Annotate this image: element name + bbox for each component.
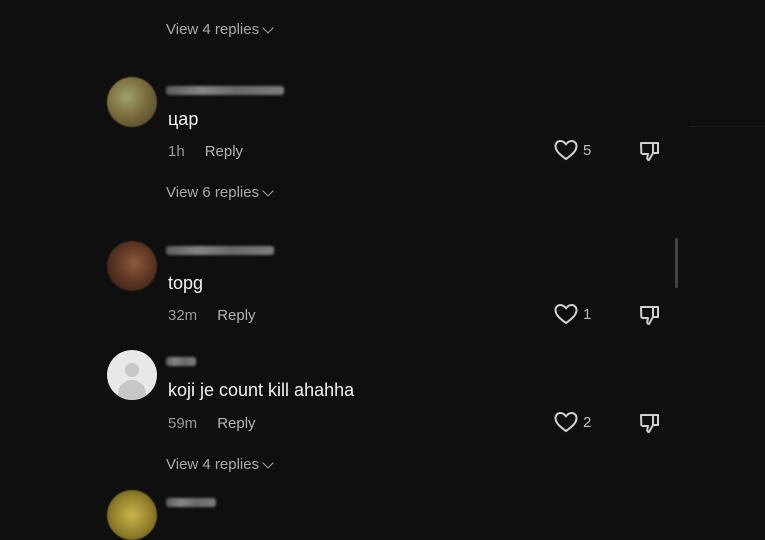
- default-avatar-body: [118, 380, 146, 400]
- comment-time: 32m: [168, 307, 198, 324]
- username-blurred[interactable]: [166, 246, 274, 255]
- default-avatar-head: [125, 363, 139, 377]
- thumbs-down-outline-icon[interactable]: [638, 303, 662, 327]
- like-button[interactable]: 1: [553, 302, 591, 326]
- view-replies-button[interactable]: View 4 replies: [166, 21, 274, 38]
- like-count: 2: [583, 413, 592, 431]
- reply-button[interactable]: Reply: [217, 307, 255, 324]
- heart-outline-icon: [554, 139, 578, 161]
- username-blurred[interactable]: [166, 86, 284, 95]
- like-count: 1: [583, 305, 592, 323]
- thumbs-down-outline-icon[interactable]: [638, 139, 662, 163]
- comment-meta: 32m Reply: [168, 307, 256, 324]
- avatar[interactable]: [107, 350, 157, 400]
- view-replies-label: View 4 replies: [166, 456, 260, 473]
- scrollbar[interactable]: [675, 238, 678, 288]
- reply-button[interactable]: Reply: [205, 143, 243, 160]
- view-replies-label: View 4 replies: [166, 21, 260, 38]
- like-button[interactable]: 2: [553, 410, 591, 434]
- username-blurred[interactable]: [166, 498, 216, 507]
- chevron-down-icon: [262, 456, 274, 469]
- avatar[interactable]: [107, 77, 157, 127]
- username-blurred[interactable]: [166, 357, 196, 366]
- heart-outline-icon: [554, 411, 578, 433]
- divider-line: [690, 126, 765, 127]
- heart-outline-icon: [554, 303, 578, 325]
- comment-time: 1h: [168, 143, 185, 160]
- comment-meta: 1h Reply: [168, 143, 243, 160]
- like-button[interactable]: 5: [553, 138, 591, 162]
- chevron-down-icon: [262, 21, 274, 34]
- view-replies-label: View 6 replies: [166, 184, 260, 201]
- avatar[interactable]: [107, 490, 157, 540]
- comment-text: topg: [168, 273, 204, 293]
- like-count: 5: [583, 141, 592, 159]
- comment-text: koji je count kill ahahha: [168, 380, 355, 400]
- reply-button[interactable]: Reply: [217, 415, 255, 432]
- view-replies-button[interactable]: View 6 replies: [166, 184, 274, 201]
- comment-meta: 59m Reply: [168, 415, 256, 432]
- comment-time: 59m: [168, 415, 198, 432]
- chevron-down-icon: [262, 184, 274, 197]
- view-replies-button[interactable]: View 4 replies: [166, 456, 274, 473]
- comment-text: цар: [168, 109, 199, 129]
- avatar[interactable]: [107, 241, 157, 291]
- thumbs-down-outline-icon[interactable]: [638, 411, 662, 435]
